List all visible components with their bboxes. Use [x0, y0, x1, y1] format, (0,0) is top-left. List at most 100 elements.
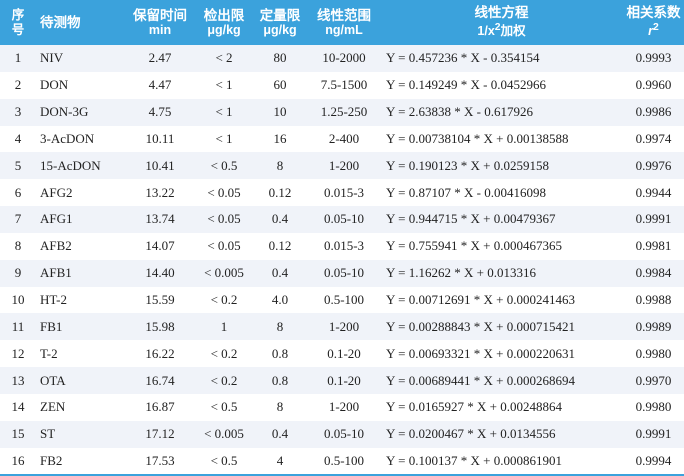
cell-lod: < 0.05 — [207, 238, 241, 254]
table-row: 8 AFB2 14.07 < 0.05 0.12 0.015-3 Y = 0.755941 … — [0, 232, 684, 260]
header-equation-unit: 1/x2加权 — [380, 20, 623, 39]
cell-analyte: AFG2 — [40, 184, 73, 200]
cell-correlation: 0.9974 — [635, 130, 672, 146]
table-row: 1 NIV 2.47 < 2 80 10-2000 Y = 0.457236 * X - 0… — [0, 45, 684, 72]
cell-correlation: 0.9993 — [635, 50, 672, 66]
cell-loq: 4.0 — [271, 292, 289, 308]
cell-correlation: 0.9976 — [635, 157, 672, 173]
cell-retention-time: 13.74 — [145, 211, 175, 227]
cell-linear-equation: Y = 0.149249 * X - 0.0452966 — [386, 77, 546, 93]
cell-retention-time: 16.87 — [145, 399, 175, 415]
header-linear-equation: 线性方程 1/x2加权 — [380, 0, 623, 45]
cell-analyte: AFB2 — [40, 238, 72, 254]
header-correlation: 相关系数 r2 — [623, 0, 684, 45]
table-row: 13 OTA 16.74 < 0.2 0.8 0.1-20 Y = 0.00689441 *… — [0, 367, 684, 394]
cell-lod: 1 — [220, 318, 228, 334]
cell-lod: < 0.005 — [204, 426, 244, 442]
cell-analyte: AFG1 — [40, 211, 73, 227]
cell-retention-time: 17.53 — [124, 447, 196, 476]
cell-no: 15 — [11, 426, 25, 442]
cell-retention-time: 10.41 — [145, 157, 175, 173]
cell-lod: < 1 — [215, 130, 233, 146]
cell-linear-equation: Y = 2.63838 * X - 0.617926 — [386, 104, 533, 120]
table-row: 5 15-AcDON 10.41 < 0.5 8 1-200 Y = 0.190123 * … — [0, 152, 684, 180]
cell-no: 2 — [14, 77, 22, 93]
cell-analyte: 15-AcDON — [40, 157, 101, 173]
cell-lod: < 0.5 — [210, 157, 238, 173]
table-row: 16 FB2 17.53 < 0.5 4 0.5-100 Y = 0.100137 * X … — [0, 447, 684, 476]
cell-no: 16 — [0, 447, 36, 476]
cell-analyte: ZEN — [40, 399, 66, 415]
cell-analyte: ST — [40, 426, 56, 442]
cell-loq: 80 — [273, 50, 287, 66]
cell-no: 3 — [14, 104, 22, 120]
cell-retention-time: 2.47 — [148, 50, 172, 66]
cell-linear-range: 0.1-20 — [327, 372, 361, 388]
header-row: 序 号 待测物 保留时间 min 检出限 μg/kg 定量限 μg/kg 线性范 — [0, 0, 684, 45]
cell-loq: 60 — [273, 77, 287, 93]
header-equation-title: 线性方程 — [474, 5, 529, 21]
cell-correlation: 0.9981 — [635, 238, 672, 254]
table-row: 12 T-2 16.22 < 0.2 0.8 0.1-20 Y = 0.00693321 *… — [0, 340, 684, 368]
cell-loq: 0.8 — [271, 345, 289, 361]
header-loq: 定量限 μg/kg — [252, 0, 308, 45]
cell-correlation: 0.9986 — [635, 104, 672, 120]
table-row: 10 HT-2 15.59 < 0.2 4.0 0.5-100 Y = 0.00712691… — [0, 286, 684, 314]
header-correlation-sup: 2 — [653, 22, 659, 34]
cell-analyte: 3-AcDON — [40, 130, 95, 146]
cell-linear-range: 1-200 — [328, 157, 360, 173]
header-loq-unit: μg/kg — [263, 22, 297, 37]
header-correlation-title: 相关系数 — [626, 5, 681, 21]
header-lod-unit: μg/kg — [207, 22, 241, 37]
cell-retention-time: 14.40 — [145, 265, 175, 281]
cell-correlation: 0.9944 — [635, 184, 672, 200]
cell-loq: 0.4 — [271, 265, 289, 281]
cell-analyte: DON-3G — [40, 104, 89, 120]
cell-linear-equation: Y = 0.0165927 * X + 0.00248864 — [386, 399, 562, 415]
cell-no: 12 — [11, 345, 25, 361]
cell-analyte: T-2 — [40, 345, 58, 361]
cell-loq: 8 — [276, 157, 284, 173]
cell-correlation: 0.9984 — [635, 265, 672, 281]
table-body: 1 NIV 2.47 < 2 80 10-2000 Y = 0.457236 * X - 0… — [0, 45, 684, 476]
header-retention-unit: min — [148, 22, 172, 37]
cell-correlation: 0.9991 — [635, 211, 672, 227]
cell-loq: 8 — [276, 318, 284, 334]
header-lod: 检出限 μg/kg — [196, 0, 252, 45]
cell-linear-range: 7.5-1500 — [320, 77, 368, 93]
cell-loq: 0.12 — [268, 238, 292, 254]
header-retention-title: 保留时间 — [133, 7, 187, 23]
header-no-line2: 号 — [11, 22, 25, 37]
cell-lod: < 0.05 — [207, 184, 241, 200]
cell-linear-range: 0.1-20 — [327, 345, 361, 361]
cell-linear-equation: Y = 0.0200467 * X + 0.0134556 — [386, 426, 556, 442]
cell-lod: < 2 — [215, 50, 233, 66]
cell-lod: < 0.2 — [210, 292, 238, 308]
cell-linear-equation: Y = 0.87107 * X - 0.00416098 — [386, 184, 546, 200]
cell-lod: < 1 — [215, 104, 233, 120]
cell-lod: < 1 — [215, 77, 233, 93]
header-loq-title: 定量限 — [259, 7, 301, 23]
cell-loq: 10 — [273, 104, 287, 120]
cell-correlation: 0.9980 — [635, 399, 672, 415]
mycotoxin-calibration-table: 序 号 待测物 保留时间 min 检出限 μg/kg 定量限 μg/kg 线性范 — [0, 0, 684, 476]
header-equation-unit-suffix: 加权 — [500, 24, 526, 39]
cell-loq: 0.4 — [271, 211, 289, 227]
cell-lod: < 0.2 — [210, 345, 238, 361]
cell-loq: 8 — [276, 399, 284, 415]
cell-correlation: 0.9988 — [635, 292, 672, 308]
header-linear-range: 线性范围 ng/mL — [308, 0, 380, 45]
cell-loq: 0.12 — [268, 184, 292, 200]
cell-correlation: 0.9991 — [635, 426, 672, 442]
header-no-line1: 序 — [11, 7, 25, 22]
cell-no: 11 — [11, 318, 25, 334]
cell-retention-time: 14.07 — [145, 238, 175, 254]
cell-linear-equation: Y = 0.190123 * X + 0.0259158 — [386, 157, 549, 173]
cell-lod: < 0.005 — [204, 265, 244, 281]
cell-correlation: 0.9970 — [635, 372, 672, 388]
cell-linear-range: 0.5-100 — [323, 292, 365, 308]
cell-linear-equation: Y = 0.00693321 * X + 0.000220631 — [386, 345, 575, 361]
header-equation-unit-prefix: 1/x — [477, 24, 495, 39]
table-row: 6 AFG2 13.22 < 0.05 0.12 0.015-3 Y = 0.87107 *… — [0, 179, 684, 207]
cell-correlation: 0.9960 — [635, 77, 672, 93]
